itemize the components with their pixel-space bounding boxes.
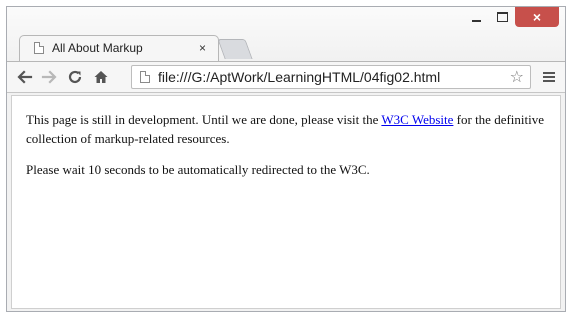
reload-icon [68, 70, 82, 84]
star-icon[interactable]: ☆ [510, 67, 524, 87]
back-arrow-icon [17, 70, 33, 84]
menu-icon [543, 72, 555, 82]
page-content: This page is still in development. Until… [11, 95, 561, 309]
reload-button[interactable] [65, 67, 85, 87]
tab-all-about-markup[interactable]: All About Markup × [19, 35, 219, 61]
new-tab-button[interactable] [217, 39, 253, 59]
w3c-website-link[interactable]: W3C Website [381, 112, 453, 127]
forward-arrow-icon [41, 70, 57, 84]
back-button[interactable] [15, 67, 35, 87]
browser-window: × All About Markup × file:///G:/AptWork/… [6, 6, 566, 312]
redirect-notice: Please wait 10 seconds to be automatical… [26, 162, 370, 177]
maximize-button[interactable] [489, 7, 515, 27]
tab-title: All About Markup [52, 41, 143, 55]
tab-close-icon[interactable]: × [197, 41, 208, 55]
minimize-icon [471, 20, 481, 22]
menu-button[interactable] [539, 67, 559, 87]
home-button[interactable] [91, 67, 111, 87]
home-icon [94, 71, 108, 83]
title-bar: × All About Markup × [7, 7, 565, 65]
page-icon [140, 71, 150, 83]
close-window-button[interactable]: × [515, 7, 559, 27]
forward-button[interactable] [39, 67, 59, 87]
maximize-icon [496, 12, 508, 22]
close-icon: × [532, 9, 542, 25]
page-icon [34, 42, 44, 54]
address-bar[interactable]: file:///G:/AptWork/LearningHTML/04fig02.… [131, 65, 531, 89]
minimize-button[interactable] [463, 7, 489, 27]
intro-text-before: This page is still in development. Until… [26, 112, 382, 127]
intro-paragraph: This page is still in development. Until… [26, 110, 546, 148]
browser-toolbar: file:///G:/AptWork/LearningHTML/04fig02.… [7, 61, 565, 93]
window-controls: × [463, 7, 559, 29]
url-text: file:///G:/AptWork/LearningHTML/04fig02.… [158, 69, 441, 85]
